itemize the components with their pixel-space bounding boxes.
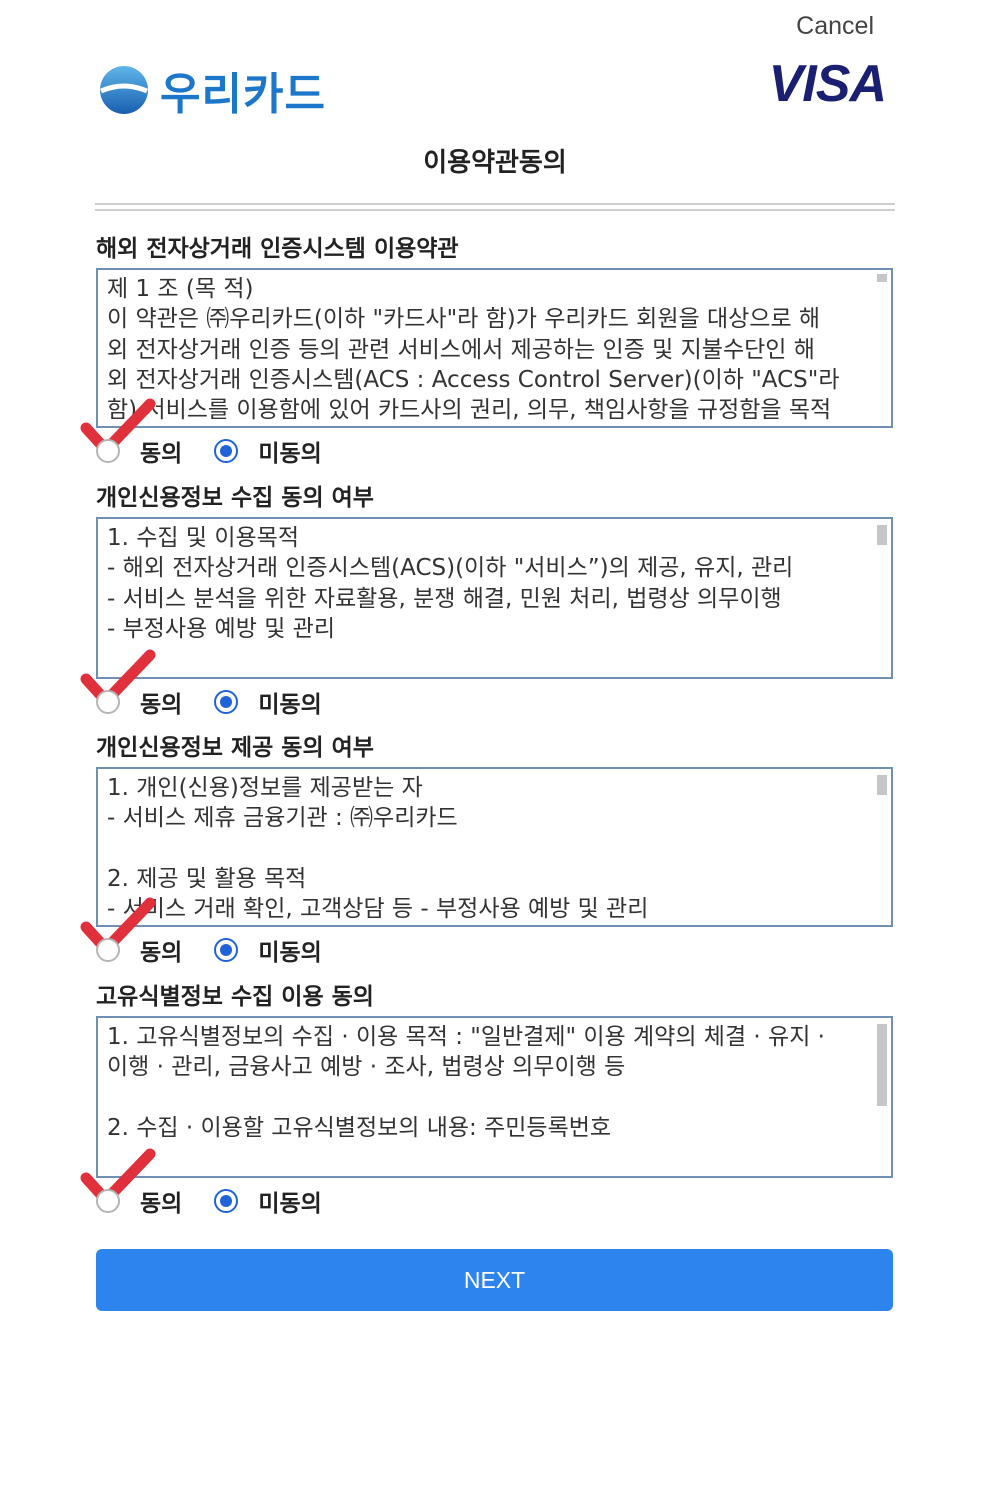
terms-line: - 해외 전자상거래 인증시스템(ACS)(이하 "서비스”)의 제공, 유지,… — [107, 555, 794, 582]
scrollbar-thumb[interactable] — [877, 274, 887, 282]
visa-logo: VISA — [768, 55, 887, 113]
disagree-label[interactable]: 미동의 — [258, 933, 321, 967]
terms-line: 외 전자상거래 인증시스템(ACS : Access Control Serve… — [107, 366, 840, 393]
terms-line: - 서비스 분석을 위한 자료활용, 분쟁 해결, 민원 처리, 법령상 의무이… — [107, 585, 782, 612]
disagree-radio[interactable] — [214, 439, 239, 463]
terms-line — [107, 834, 863, 864]
terms-section-credit-info-provision: 개인신용정보 제공 동의 여부 1. 개인(신용)정보를 제공받는 자 - 서비… — [80, 731, 893, 973]
terms-line: 1. 고유식별정보의 수집 · 이용 목적 : "일반결제" 이용 계약의 체결… — [107, 1024, 825, 1050]
woori-card-logo: 우리카드 — [98, 58, 326, 122]
terms-section-overseas-ecommerce: 해외 전자상거래 인증시스템 이용약관 제 1 조 (목 적) 이 약관은 ㈜우… — [80, 232, 893, 474]
terms-line: 1. 수집 및 이용목적 — [107, 525, 299, 551]
disagree-label[interactable]: 미동의 — [258, 685, 321, 719]
terms-line: - 부정사용 예방 및 관리 — [107, 615, 335, 642]
terms-line: 2. 제공 및 활용 목적 — [107, 865, 307, 892]
terms-section-unique-id-collection: 고유식별정보 수집 이용 동의 1. 고유식별정보의 수집 · 이용 목적 : … — [80, 980, 893, 1224]
agree-radio[interactable] — [96, 690, 120, 714]
scrollbar-thumb[interactable] — [877, 525, 887, 545]
agree-label[interactable]: 동의 — [140, 685, 182, 719]
agree-label[interactable]: 동의 — [140, 434, 182, 468]
terms-line: 이행 · 관리, 금융사고 예방 · 조사, 법령상 의무이행 등 — [107, 1054, 626, 1081]
agree-radio[interactable] — [96, 439, 120, 463]
brand-name: 우리카드 — [160, 69, 326, 120]
next-button[interactable]: NEXT — [96, 1249, 893, 1311]
page-title: 이용약관동의 — [423, 148, 567, 178]
disagree-label[interactable]: 미동의 — [258, 1184, 321, 1218]
agree-radio[interactable] — [96, 1189, 120, 1213]
consent-radio-group: 동의 미동의 — [80, 1148, 893, 1224]
terms-text-box[interactable]: 제 1 조 (목 적) 이 약관은 ㈜우리카드(이하 "카드사"라 함)가 우리… — [96, 268, 893, 428]
consent-radio-group: 동의 미동의 — [80, 649, 893, 725]
scrollbar-thumb[interactable] — [877, 775, 887, 795]
cancel-link[interactable]: Cancel — [796, 12, 874, 41]
woori-logo-icon — [100, 66, 148, 114]
scrollbar-thumb[interactable] — [877, 1024, 887, 1106]
terms-section-credit-info-collection: 개인신용정보 수집 동의 여부 1. 수집 및 이용목적 - 해외 전자상거래 … — [80, 481, 893, 725]
terms-line: 2. 수집 · 이용할 고유식별정보의 내용: 주민등록번호 — [107, 1114, 612, 1141]
terms-line: 1. 개인(신용)정보를 제공받는 자 — [107, 775, 423, 801]
agree-label[interactable]: 동의 — [140, 1184, 182, 1218]
terms-text-box[interactable]: 1. 개인(신용)정보를 제공받는 자 - 서비스 제휴 금융기관 : ㈜우리카… — [96, 767, 893, 927]
disagree-radio[interactable] — [214, 938, 239, 962]
terms-text-box[interactable]: 1. 고유식별정보의 수집 · 이용 목적 : "일반결제" 이용 계약의 체결… — [96, 1016, 893, 1178]
consent-radio-group: 동의 미동의 — [80, 398, 893, 474]
terms-line: 제 1 조 (목 적) — [107, 276, 254, 302]
terms-line: 함) 서비스를 이용함에 있어 카드사의 권리, 의무, 책임사항을 규정함을 … — [107, 397, 832, 424]
section-title: 개인신용정보 제공 동의 여부 — [96, 735, 374, 761]
agree-radio[interactable] — [96, 938, 120, 962]
title-divider — [95, 203, 895, 211]
terms-line: 이 약관은 ㈜우리카드(이하 "카드사"라 함)가 우리카드 회원을 대상으로 … — [107, 306, 821, 333]
terms-line: 외 전자상거래 인증 등의 관련 서비스에서 제공하는 인증 및 지불수단인 해 — [107, 336, 815, 363]
disagree-radio[interactable] — [214, 690, 239, 714]
disagree-radio[interactable] — [214, 1189, 239, 1213]
terms-line: - 서비스 제휴 금융기관 : ㈜우리카드 — [107, 805, 458, 832]
section-title: 해외 전자상거래 인증시스템 이용약관 — [96, 236, 459, 262]
terms-line — [107, 1083, 863, 1113]
terms-text-box[interactable]: 1. 수집 및 이용목적 - 해외 전자상거래 인증시스템(ACS)(이하 "서… — [96, 517, 893, 679]
terms-line: - 서비스 거래 확인, 고객상담 등 - 부정사용 예방 및 관리 — [107, 895, 649, 922]
agree-label[interactable]: 동의 — [140, 933, 182, 967]
consent-radio-group: 동의 미동의 — [80, 897, 893, 973]
section-title: 개인신용정보 수집 동의 여부 — [96, 485, 374, 511]
section-title: 고유식별정보 수집 이용 동의 — [96, 984, 374, 1010]
disagree-label[interactable]: 미동의 — [258, 434, 321, 468]
